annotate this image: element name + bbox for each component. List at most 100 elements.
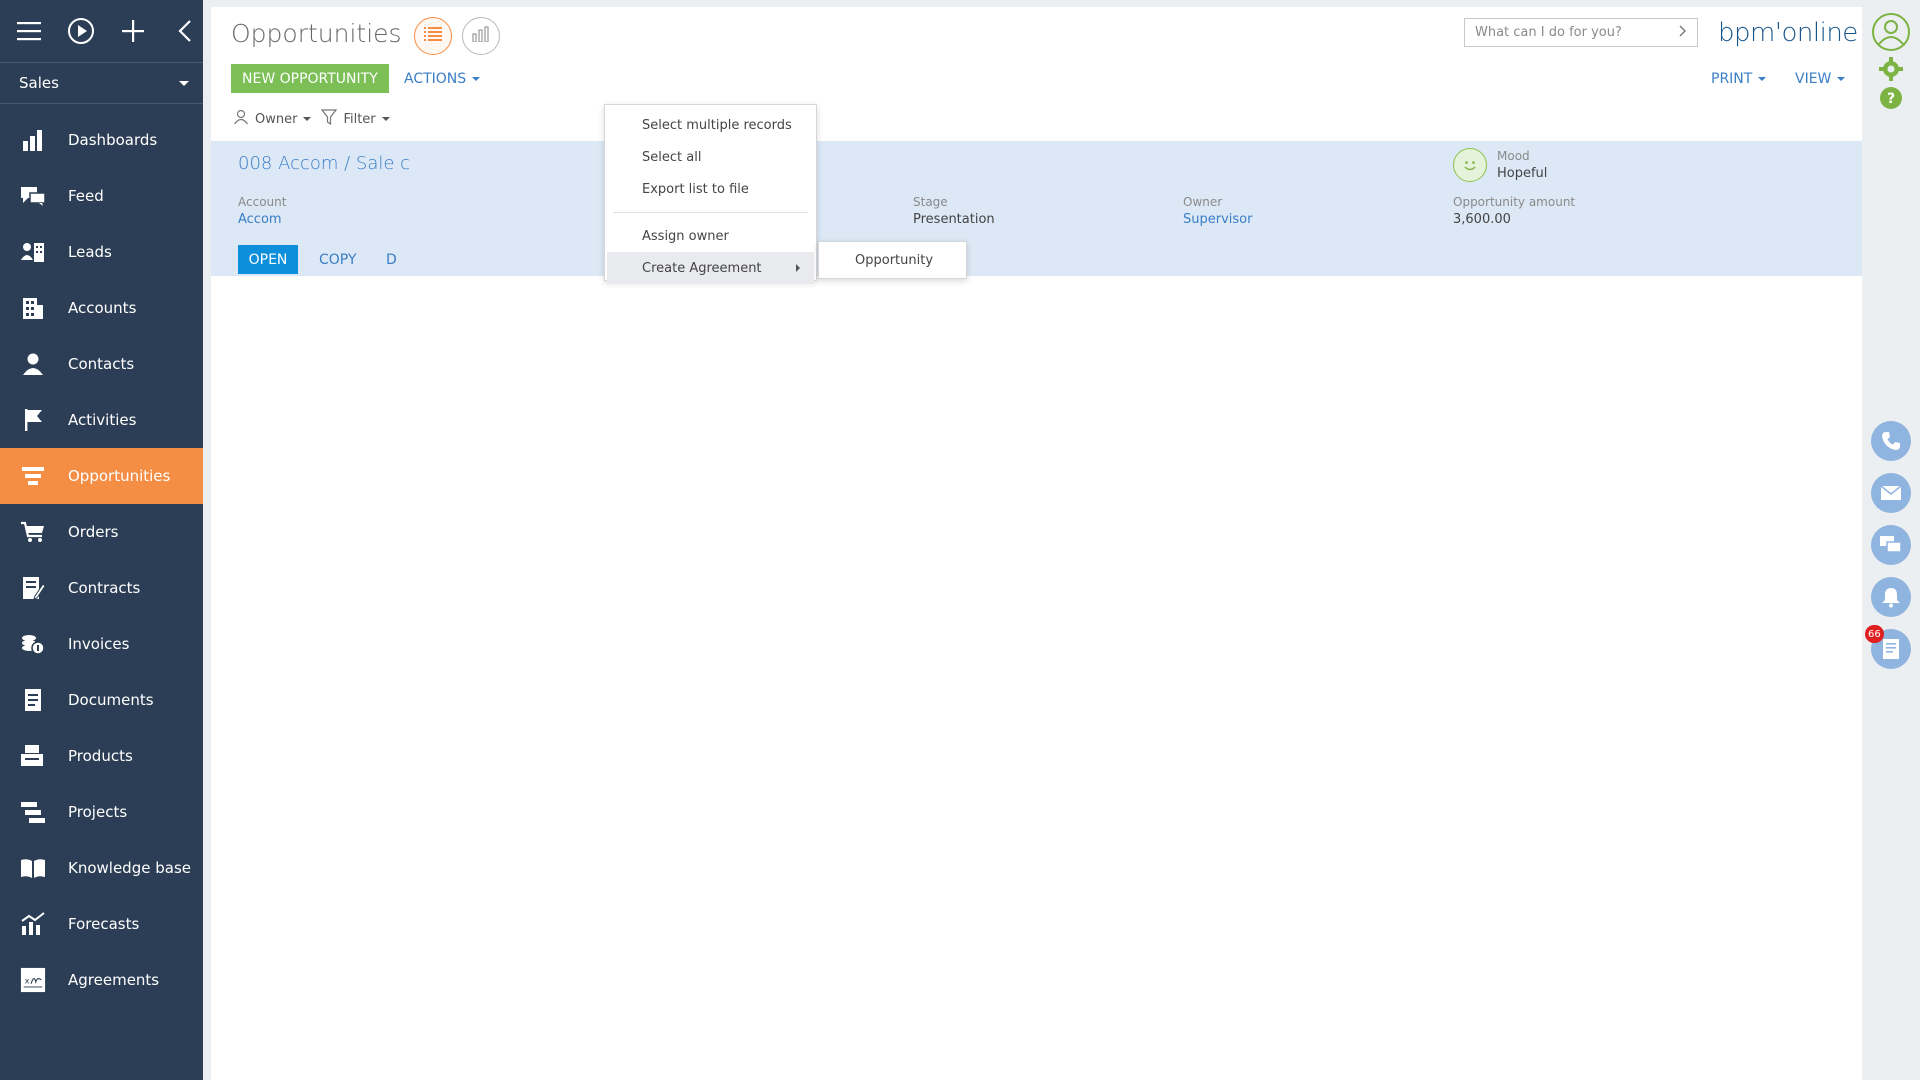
sidebar-item-label: Contacts — [68, 355, 135, 373]
add-plus-icon[interactable] — [118, 16, 148, 46]
profile-avatar-icon[interactable] — [1871, 12, 1911, 52]
notifications-button[interactable] — [1871, 577, 1911, 617]
bar-chart-icon — [472, 26, 490, 46]
sidebar-item-opportunities[interactable]: Opportunities — [0, 448, 203, 504]
workspace-selector[interactable]: Sales — [0, 62, 203, 104]
phone-icon — [1871, 421, 1911, 461]
sidebar-item-label: Agreements — [68, 971, 160, 989]
chevron-right-icon[interactable] — [1679, 25, 1687, 41]
sidebar-top-bar — [0, 0, 203, 62]
record-title-link[interactable]: 008 Accom / Sale c — [238, 153, 410, 174]
sidebar-item-label: Orders — [68, 523, 119, 541]
filter-dropdown[interactable]: Filter — [321, 109, 390, 129]
sidebar-item-dashboards[interactable]: Dashboards — [0, 112, 203, 168]
sidebar-item-label: Products — [68, 747, 133, 765]
sidebar-item-label: Documents — [68, 691, 154, 709]
menu-item-assign-owner[interactable]: Assign owner — [605, 220, 816, 252]
sidebar-item-leads[interactable]: Leads — [0, 224, 203, 280]
help-question-icon[interactable]: ? — [1879, 86, 1903, 110]
bpmonline-logo: bpm'online — [1718, 18, 1858, 48]
smiley-mood-icon — [1453, 148, 1487, 182]
actions-button[interactable]: ACTIONS — [404, 64, 481, 93]
table-row[interactable]: 008 Accom / Sale c Account Accom Stage P… — [211, 141, 1862, 276]
notification-count-badge: 66 — [1865, 625, 1884, 643]
bell-icon — [1871, 577, 1911, 617]
chevron-down-icon — [303, 117, 312, 121]
sidebar-item-projects[interactable]: Projects — [0, 784, 203, 840]
feed-notifications-button[interactable]: 66 — [1865, 625, 1911, 669]
main-panel: Opportunities What can I do for you? bpm… — [211, 7, 1862, 1080]
sidebar-item-activities[interactable]: Activities — [0, 392, 203, 448]
phone-call-button[interactable] — [1871, 421, 1911, 461]
print-button[interactable]: PRINT — [1711, 64, 1767, 93]
email-button[interactable] — [1871, 473, 1911, 513]
chat-button[interactable] — [1871, 525, 1911, 565]
account-link[interactable]: Accom — [238, 212, 286, 227]
invoices-icon — [20, 631, 46, 657]
amount-label: Opportunity amount — [1453, 195, 1576, 209]
list-view-button[interactable] — [414, 17, 452, 55]
new-opportunity-button[interactable]: NEW OPPORTUNITY — [231, 64, 389, 93]
svg-text:x: x — [25, 976, 30, 986]
play-process-icon[interactable] — [66, 16, 96, 46]
copy-button[interactable]: COPY — [319, 245, 356, 274]
view-button[interactable]: VIEW — [1795, 64, 1846, 93]
sidebar-item-documents[interactable]: Documents — [0, 672, 203, 728]
collapse-chevron-left-icon[interactable] — [170, 16, 200, 46]
command-search-input[interactable]: What can I do for you? — [1464, 18, 1698, 47]
sidebar-item-contracts[interactable]: Contracts — [0, 560, 203, 616]
view-label: VIEW — [1795, 70, 1832, 87]
chevron-down-icon — [381, 117, 390, 121]
sidebar-item-invoices[interactable]: Invoices — [0, 616, 203, 672]
sidebar-item-label: Leads — [68, 243, 112, 261]
envelope-icon — [1871, 473, 1911, 513]
sidebar-item-accounts[interactable]: Accounts — [0, 280, 203, 336]
sidebar-item-label: Contracts — [68, 579, 141, 597]
owner-link[interactable]: Supervisor — [1183, 212, 1252, 227]
sidebar-item-label: Forecasts — [68, 915, 140, 933]
sidebar-item-contacts[interactable]: Contacts — [0, 336, 203, 392]
sidebar-item-agreements[interactable]: x Agreements — [0, 952, 203, 1008]
sidebar-item-products[interactable]: Products — [0, 728, 203, 784]
open-button[interactable]: OPEN — [238, 245, 298, 274]
amount-field: Opportunity amount 3,600.00 — [1453, 195, 1575, 227]
chevron-down-icon — [179, 80, 189, 86]
chevron-down-icon — [472, 76, 481, 81]
sidebar-item-label: Projects — [68, 803, 128, 821]
owner-filter[interactable]: Owner — [233, 109, 312, 129]
account-field: Account Accom — [238, 195, 286, 227]
chevron-down-icon — [1837, 76, 1846, 81]
orders-cart-icon — [20, 519, 46, 545]
menu-item-select-multiple[interactable]: Select multiple records — [605, 109, 816, 141]
list-icon — [424, 26, 442, 46]
chevron-down-icon — [1758, 76, 1767, 81]
gear-icon[interactable] — [1878, 56, 1904, 82]
actions-dropdown-menu: Select multiple records Select all Expor… — [604, 104, 817, 284]
projects-icon — [20, 799, 46, 825]
account-label: Account — [238, 195, 287, 209]
menu-item-create-agreement[interactable]: Create Agreement — [607, 252, 814, 284]
sidebar-item-orders[interactable]: Orders — [0, 504, 203, 560]
sidebar-item-label: Activities — [68, 411, 137, 429]
owner-label: Owner — [1183, 195, 1223, 209]
actions-label: ACTIONS — [404, 70, 467, 87]
menu-item-opportunity[interactable]: Opportunity — [818, 241, 967, 279]
sidebar-item-label: Dashboards — [68, 131, 158, 149]
agreements-icon: x — [20, 967, 46, 993]
sidebar-item-label: Feed — [68, 187, 104, 205]
documents-icon — [20, 687, 46, 713]
sidebar-item-feed[interactable]: Feed — [0, 168, 203, 224]
menu-item-export-list[interactable]: Export list to file — [605, 173, 816, 205]
search-placeholder: What can I do for you? — [1475, 25, 1622, 40]
stage-field: Stage Presentation — [913, 195, 995, 227]
sidebar-nav: Dashboards Feed Leads Accounts Contacts … — [0, 112, 203, 1008]
sidebar-item-knowledge-base[interactable]: Knowledge base — [0, 840, 203, 896]
menu-item-select-all[interactable]: Select all — [605, 141, 816, 173]
chart-view-button[interactable] — [462, 17, 500, 55]
mood-field: Mood Hopeful — [1497, 149, 1547, 181]
user-icon — [233, 109, 249, 129]
sidebar-item-forecasts[interactable]: Forecasts — [0, 896, 203, 952]
hamburger-menu-icon[interactable] — [14, 16, 44, 46]
create-agreement-label: Create Agreement — [642, 260, 762, 276]
delete-button[interactable]: D — [386, 245, 397, 274]
